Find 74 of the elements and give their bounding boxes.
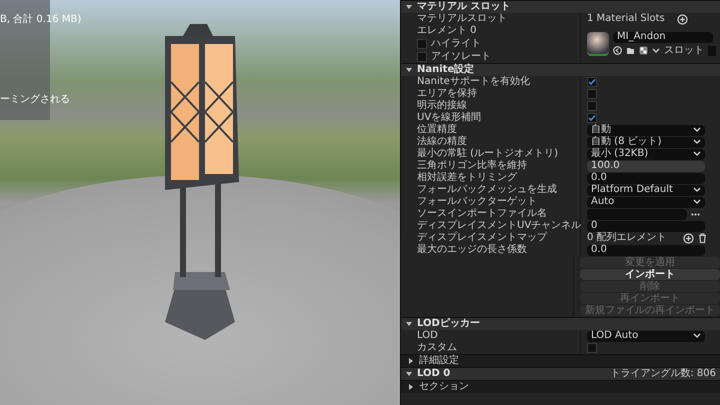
property-label: フォールバックメッシュを生成 xyxy=(417,184,557,196)
checkmark-icon xyxy=(588,114,596,122)
slot-count: 1 Material Slots xyxy=(587,13,665,25)
property-label: 最小の常駐 (ルートジオメトリ) xyxy=(417,148,558,160)
section-title: Nanite設定 xyxy=(417,64,474,76)
collapse-arrow-icon[interactable] xyxy=(405,66,413,74)
property-label: UVを線形補間 xyxy=(417,112,482,124)
dropdown[interactable]: 自動 (8 ビット) xyxy=(587,136,705,148)
property-label: Naniteサポートを有効化 xyxy=(417,76,530,88)
add-icon[interactable] xyxy=(676,14,688,24)
folder-icon[interactable] xyxy=(626,46,635,55)
chevron-down-icon xyxy=(652,48,660,54)
dropdown[interactable]: 最小 (32KB) xyxy=(587,148,705,160)
number-field[interactable]: 100.0 xyxy=(587,160,705,172)
number-field[interactable]: 0.0 xyxy=(587,244,705,256)
section-title: マテリアル スロット xyxy=(417,1,510,13)
checkmark-icon xyxy=(588,78,596,86)
property-label: ディスプレイスメントマップ xyxy=(417,232,547,244)
dropdown[interactable]: LOD Auto xyxy=(587,330,705,342)
property-label: 三角ポリゴン比率を維持 xyxy=(417,160,527,172)
property-label: 位置精度 xyxy=(417,124,457,136)
info-text: ーミングされる xyxy=(0,94,71,106)
info-text: B, 合計 0.16 MB) xyxy=(0,14,82,26)
dropdown[interactable]: Platform Default xyxy=(587,184,705,196)
property-label: ディスプレイスメントUVチャンネル xyxy=(417,220,582,232)
checkbox[interactable] xyxy=(587,101,597,111)
checker-icon[interactable] xyxy=(639,46,648,55)
group-title[interactable]: セクション xyxy=(419,381,469,393)
property-label: ソースインポートファイル名 xyxy=(417,208,547,220)
number-field[interactable]: 0 xyxy=(587,220,705,232)
browse-back-icon[interactable] xyxy=(613,46,622,55)
section-header[interactable]: LOD 0 トライアングル数: 806 xyxy=(401,367,720,380)
chevron-down-icon xyxy=(693,333,701,339)
property-label: 法線の精度 xyxy=(417,136,467,148)
collapse-arrow-icon[interactable] xyxy=(405,370,413,378)
property-label: フォールバックターゲット xyxy=(417,196,537,208)
section-header[interactable]: マテリアル スロット xyxy=(401,0,720,13)
collapse-arrow-icon[interactable] xyxy=(405,320,413,328)
dropdown[interactable]: Auto xyxy=(587,196,705,208)
trash-icon[interactable] xyxy=(698,233,707,243)
more-options-icon[interactable] xyxy=(691,212,700,216)
dropdown[interactable]: 自動 xyxy=(587,124,705,136)
array-count: 0 配列エレメント xyxy=(587,232,667,244)
number-field[interactable]: 0.0 xyxy=(587,172,705,184)
section-title: LODピッカー xyxy=(417,318,480,330)
material-field[interactable]: MI_Andon xyxy=(613,32,713,42)
checkbox[interactable] xyxy=(587,113,597,123)
add-icon[interactable] xyxy=(682,232,694,244)
section-header[interactable]: LODピッカー xyxy=(401,317,720,330)
checkbox[interactable] xyxy=(417,39,427,49)
checkbox[interactable] xyxy=(417,52,427,62)
section-title: LOD 0 xyxy=(417,368,450,380)
checkbox[interactable] xyxy=(587,343,597,353)
slot-label: スロット xyxy=(664,44,704,56)
collapse-arrow-icon[interactable] xyxy=(405,3,413,11)
checkbox[interactable] xyxy=(587,89,597,99)
expand-arrow-icon[interactable] xyxy=(407,357,415,365)
option-label: アイソレート xyxy=(431,51,491,63)
group-title[interactable]: 詳細設定 xyxy=(419,355,459,367)
section-info: トライアングル数: 806 xyxy=(610,368,717,380)
property-label: LOD xyxy=(417,330,438,342)
expand-arrow-icon[interactable] xyxy=(407,383,415,391)
action-button[interactable]: インポート xyxy=(580,269,720,280)
property-label: 最大のエッジの長さ係数 xyxy=(417,244,527,256)
property-label: 相対誤差をトリミング xyxy=(417,172,517,184)
property-label: カスタム xyxy=(417,342,457,354)
checkbox[interactable] xyxy=(587,77,597,87)
section-header[interactable]: Nanite設定 xyxy=(401,63,720,76)
property-label: 明示的接線 xyxy=(417,100,467,112)
material-thumbnail[interactable] xyxy=(587,32,609,56)
element-label: エレメント 0 xyxy=(417,25,478,37)
property-label: マテリアルスロット xyxy=(417,13,507,25)
property-label: エリアを保持 xyxy=(417,88,477,100)
option-label: ハイライト xyxy=(431,38,481,50)
